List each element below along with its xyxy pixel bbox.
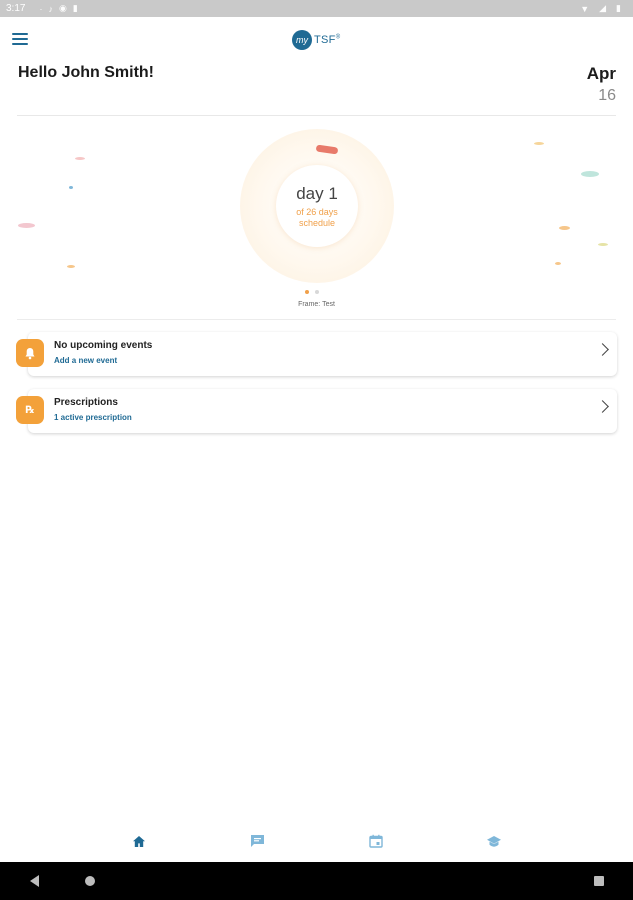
chevron-right-icon [596,400,609,413]
chat-icon[interactable] [249,834,265,848]
recent-apps-icon[interactable] [594,876,604,886]
bell-icon [16,339,44,367]
hamburger-menu-icon[interactable] [12,33,28,45]
confetti-decoration [555,262,561,265]
confetti-decoration [69,186,73,189]
sd-card-icon: ▮ [72,3,78,13]
confetti-decoration [559,226,570,230]
status-time: 3:17 [6,3,26,14]
date-month: Apr [586,64,616,83]
home-icon[interactable] [131,834,147,848]
hero-page-indicator[interactable] [305,290,319,294]
system-nav-bar [0,862,633,900]
prescription-icon: ℞ [16,396,44,424]
greeting-text: Hello John Smith! [18,64,154,81]
logo-prefix: my [292,30,312,50]
back-icon[interactable] [30,875,39,887]
calendar-icon[interactable] [368,834,384,848]
events-card-title: No upcoming events [54,340,153,351]
prescriptions-card-title: Prescriptions [54,397,118,408]
confetti-decoration [598,243,608,246]
confetti-decoration [534,142,544,145]
confetti-decoration [581,171,599,177]
page-dot-active[interactable] [305,290,309,294]
app-icon: ◉ [58,3,67,13]
notification-dot-icon: · [39,3,43,14]
home-button-icon[interactable] [85,876,95,886]
status-bar: 3:17 · ♪ ◉ ▮ ▼ ◢ ▮ [0,0,633,17]
events-card[interactable]: No upcoming events Add a new event [16,332,617,376]
app-logo: my TSF® [292,29,340,51]
schedule-length: of 26 days schedule [296,206,338,228]
date-day: 16 [598,87,616,104]
add-event-link[interactable]: Add a new event [54,356,117,365]
chevron-right-icon [596,343,609,356]
bottom-navigation [0,820,633,862]
date-display: Apr 16 [587,64,616,105]
day-number: day 1 [296,183,338,203]
education-icon[interactable] [486,834,502,848]
confetti-decoration [67,265,75,268]
prescriptions-count: 1 active prescription [54,413,132,422]
hero-caption: Frame: Test [298,301,335,308]
battery-icon: ▮ [616,3,621,13]
confetti-decoration [18,223,35,228]
hero-divider [17,319,616,320]
music-note-icon: ♪ [48,3,53,14]
app-bar: my TSF® [0,17,633,61]
confetti-decoration [75,157,85,160]
wifi-icon: ▼ [580,3,590,14]
prescriptions-card[interactable]: ℞ Prescriptions 1 active prescription [16,389,617,433]
day-counter: day 1 of 26 days schedule [276,165,358,247]
signal-icon: ◢ [599,3,607,13]
page-dot[interactable] [315,290,319,294]
logo-brand: TSF® [314,34,341,46]
